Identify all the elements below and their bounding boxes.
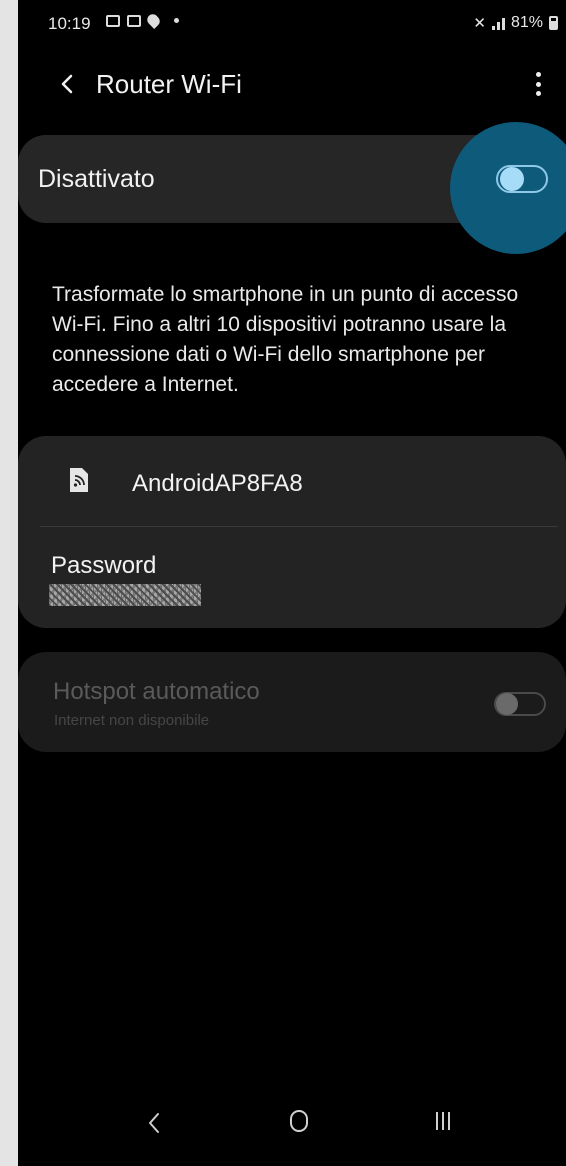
password-label[interactable]: Password — [51, 552, 156, 580]
phone-screen: 10:19 ✕ 81% Router Wi-Fi Disattivato Tra… — [18, 0, 566, 1166]
master-toggle-label: Disattivato — [38, 165, 155, 193]
signal-icon — [491, 16, 505, 30]
nav-recents-icon[interactable] — [436, 1112, 450, 1130]
status-time: 10:19 — [48, 14, 91, 33]
network-name[interactable]: AndroidAP8FA8 — [132, 470, 303, 498]
auto-hotspot-row: Hotspot automatico Internet non disponib… — [18, 652, 566, 752]
battery-percent: 81% — [510, 14, 543, 31]
more-vertical-icon[interactable] — [528, 69, 548, 99]
status-bar: 10:19 ✕ 81% — [18, 0, 566, 40]
page-title: Router Wi-Fi — [96, 69, 242, 99]
auto-hotspot-switch — [494, 692, 546, 716]
chevron-left-icon[interactable] — [54, 69, 80, 99]
status-icons-right: ✕ 81% — [473, 14, 558, 32]
auto-hotspot-subtitle: Internet non disponibile — [54, 712, 210, 729]
network-settings-card: AndroidAP8FA8 Password — [18, 436, 566, 628]
gallery-icon — [106, 14, 120, 27]
password-value-obscured[interactable] — [49, 584, 201, 606]
hotspot-device-icon — [70, 468, 88, 492]
auto-hotspot-title: Hotspot automatico — [53, 678, 260, 705]
dot-icon — [174, 18, 179, 23]
switch-knob — [500, 167, 524, 191]
nav-home-icon[interactable] — [290, 1110, 308, 1132]
navigation-bar — [18, 1090, 566, 1166]
app-bar: Router Wi-Fi — [18, 55, 566, 115]
nav-back-icon[interactable] — [146, 1110, 162, 1136]
battery-icon — [549, 16, 558, 30]
hotspot-switch[interactable] — [496, 165, 548, 193]
notification-icons — [106, 12, 179, 29]
screenshot-background: 10:19 ✕ 81% Router Wi-Fi Disattivato Tra… — [0, 0, 566, 1166]
location-icon — [145, 12, 162, 29]
divider — [40, 526, 558, 527]
image-icon — [127, 14, 141, 27]
hotspot-description: Trasformate lo smartphone in un punto di… — [52, 283, 519, 396]
mute-icon: ✕ — [473, 15, 486, 32]
switch-knob — [496, 693, 518, 715]
